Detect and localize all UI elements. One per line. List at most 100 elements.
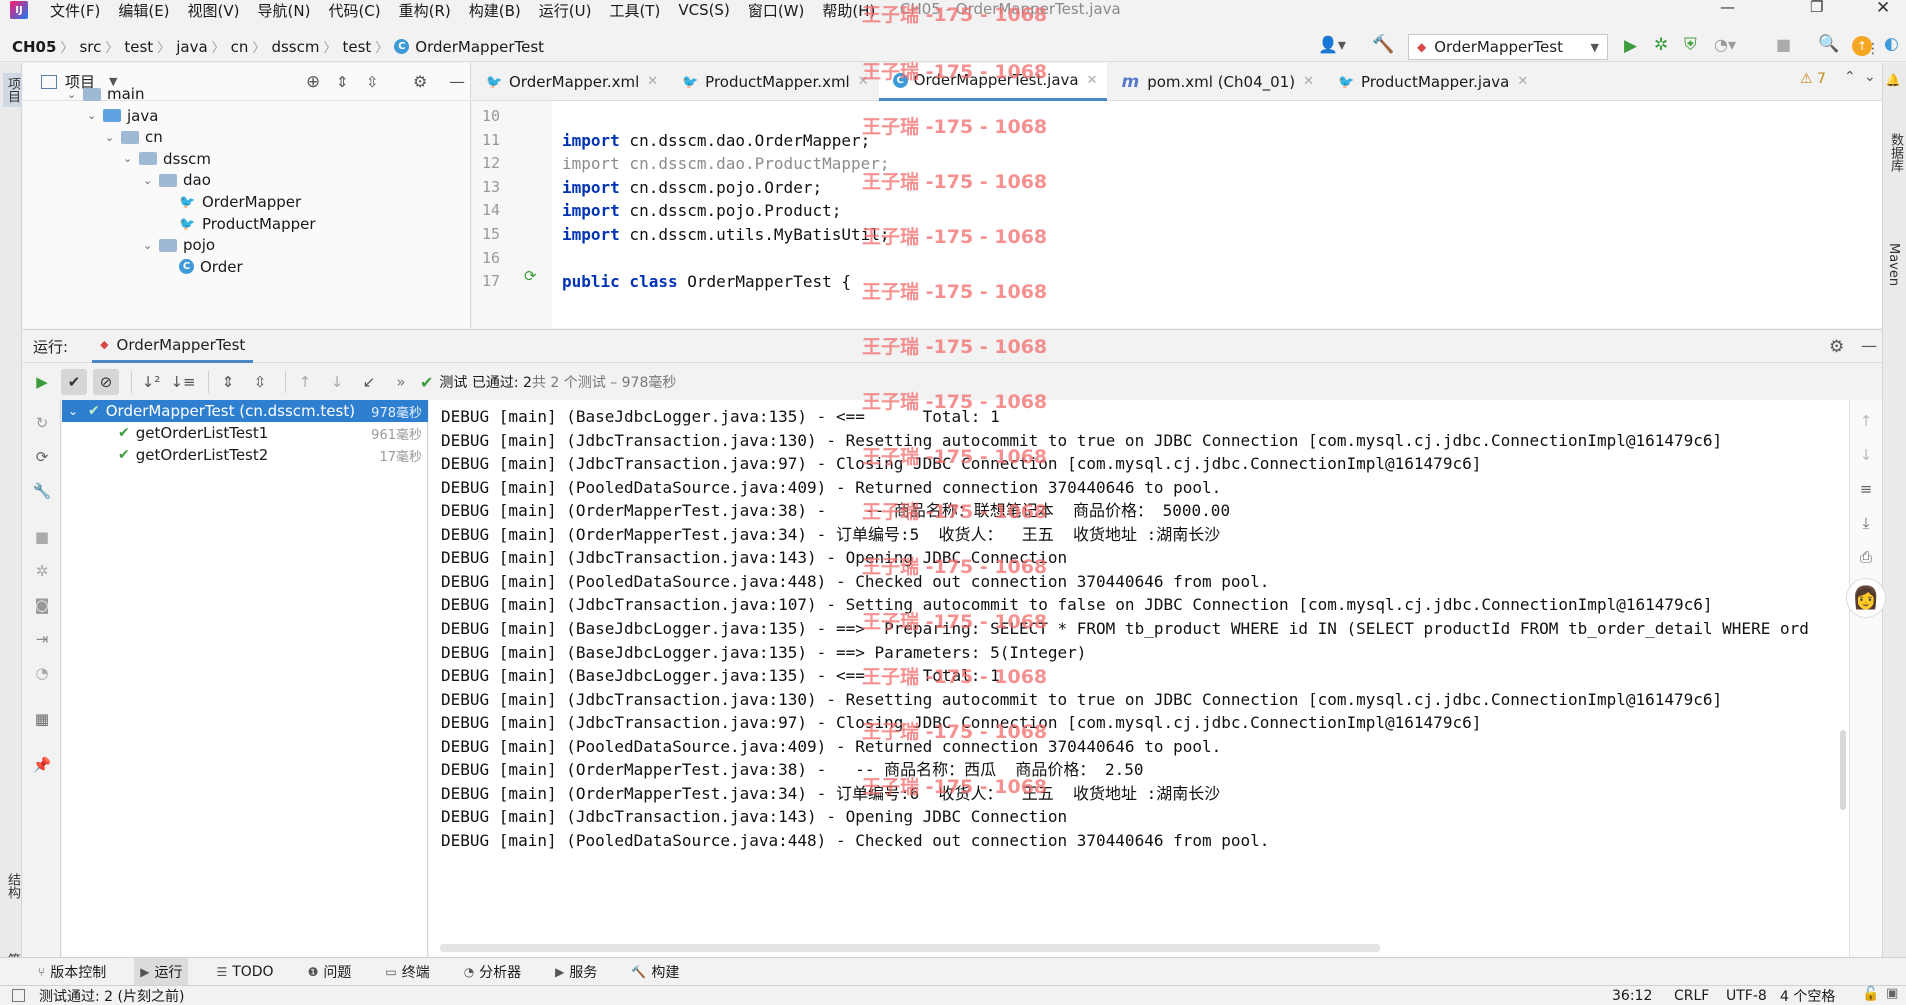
chevron-down-icon[interactable]: ⌄ <box>143 239 159 252</box>
tree-node[interactable]: ⌄ pojo <box>143 234 215 256</box>
layout-icon[interactable]: ▦ <box>29 706 55 732</box>
code-line[interactable]: import cn.dsscm.pojo.Order; <box>562 178 822 197</box>
breadcrumb-item[interactable]: test <box>124 38 153 56</box>
project-tool-tab[interactable]: 项目 <box>3 73 22 107</box>
print-icon[interactable]: ⎙ <box>1853 544 1879 570</box>
memory-icon[interactable]: ▣ <box>1886 986 1898 1001</box>
notifications-tool-tab[interactable]: 🔔 <box>1886 73 1900 88</box>
chevron-up-icon[interactable]: ⌃ <box>1844 69 1856 85</box>
menu-item-5[interactable]: 重构(R) <box>399 0 451 21</box>
console-scrollbar[interactable] <box>1840 730 1846 810</box>
bottom-tool-5[interactable]: ◔ 分析器 <box>458 958 527 986</box>
bottom-tool-1[interactable]: ▶ 运行 <box>134 957 189 986</box>
more-tabs-icon[interactable]: ⋮ <box>1866 41 1880 57</box>
chevron-down-icon[interactable]: ⌄ <box>67 88 83 101</box>
intellij-logo-icon[interactable]: IJ <box>10 1 28 19</box>
minimize-icon[interactable]: — <box>1720 0 1735 16</box>
status-toggle-icon[interactable] <box>12 989 25 1002</box>
pin-icon[interactable]: 📌 <box>29 752 55 778</box>
dump-threads-icon[interactable]: ✲ <box>29 558 55 584</box>
breadcrumb-item[interactable]: dsscm <box>271 38 319 56</box>
editor-tab[interactable]: 🐦 OrderMapper.xml ✕ <box>472 63 668 101</box>
close-icon[interactable]: ✕ <box>1087 73 1098 88</box>
code-line[interactable]: import cn.dsscm.dao.ProductMapper; <box>562 154 890 173</box>
locate-icon[interactable]: ⊕ <box>306 72 320 92</box>
close-icon[interactable]: ✕ <box>1303 74 1314 89</box>
code-line[interactable]: public class OrderMapperTest { <box>562 272 851 291</box>
hide-panel-icon[interactable]: — <box>1861 336 1877 355</box>
collapse-all-icon[interactable]: ⇳ <box>247 369 273 395</box>
menu-item-0[interactable]: 文件(F) <box>50 0 100 21</box>
stop-icon[interactable]: ■ <box>1776 35 1791 54</box>
plugin-icon[interactable]: ◐ <box>1884 34 1899 54</box>
scroll-down-icon[interactable]: ↓ <box>1853 442 1879 468</box>
close-window-icon[interactable]: ✕ <box>1876 0 1890 18</box>
coverage-icon[interactable]: ⛨ <box>1684 35 1697 55</box>
search-icon[interactable]: 🔍 <box>1818 34 1839 54</box>
breadcrumb-item[interactable]: CH05 <box>12 38 56 56</box>
tree-node[interactable]: 🐦 OrderMapper <box>179 191 301 213</box>
lock-icon[interactable]: 🔓 <box>1862 986 1879 1002</box>
code-line[interactable]: import cn.dsscm.pojo.Product; <box>562 201 841 220</box>
expand-all-icon[interactable]: ⇕ <box>336 73 349 91</box>
tree-node[interactable]: ⌄ cn <box>105 126 163 148</box>
editor-tab[interactable]: 🐦 ProductMapper.java ✕ <box>1324 63 1538 101</box>
close-icon[interactable]: ✕ <box>1517 74 1528 89</box>
chevron-down-icon[interactable]: ⌄ <box>105 131 121 144</box>
bottom-tool-0[interactable]: ⑂ 版本控制 <box>32 958 112 986</box>
breadcrumb-item[interactable]: cn <box>231 38 249 56</box>
test-node[interactable]: ✔ getOrderListTest2 17毫秒 <box>62 444 428 466</box>
run-config-select[interactable]: ◆ OrderMapperTest ▼ <box>1408 34 1608 60</box>
tree-node[interactable]: ⌄ dao <box>143 169 211 191</box>
menu-item-8[interactable]: 工具(T) <box>609 0 660 21</box>
breadcrumb-item[interactable]: test <box>342 38 371 56</box>
menu-item-1[interactable]: 编辑(E) <box>118 0 169 21</box>
build-hammer-icon[interactable]: 🔨 <box>1372 34 1394 55</box>
debug-icon[interactable]: ✲ <box>1654 35 1668 55</box>
toggle-autotest-icon[interactable]: ⟳ <box>29 444 55 470</box>
console-h-scrollbar[interactable] <box>440 944 1380 952</box>
console-output[interactable]: DEBUG [main] (BaseJdbcLogger.java:135) -… <box>429 400 1849 972</box>
maximize-icon[interactable]: ❐ <box>1810 0 1823 16</box>
soft-wrap-icon[interactable]: ≡ <box>1853 476 1879 502</box>
scroll-up-icon[interactable]: ↑ <box>1853 408 1879 434</box>
chevron-down-icon[interactable]: ⌄ <box>87 109 103 122</box>
editor-tab[interactable]: m pom.xml (Ch04_01) ✕ <box>1107 63 1324 101</box>
warning-icon[interactable]: ⚠ 7 <box>1800 71 1826 87</box>
cursor-position[interactable]: 36:12 <box>1612 988 1652 1004</box>
code-line[interactable]: import cn.dsscm.dao.OrderMapper; <box>562 131 870 150</box>
more-actions-icon[interactable]: » <box>388 369 414 395</box>
menu-item-3[interactable]: 导航(N) <box>258 0 311 21</box>
file-encoding[interactable]: UTF-8 <box>1726 988 1767 1004</box>
tree-node[interactable]: ⌄ dsscm <box>123 148 211 170</box>
indent-setting[interactable]: 4 个空格 <box>1780 986 1835 1005</box>
wrench-icon[interactable]: 🔧 <box>29 478 55 504</box>
chevron-down-icon[interactable]: ⌄ <box>68 404 82 418</box>
collapse-all-icon[interactable]: ⇳ <box>366 73 379 91</box>
user-icon[interactable]: 👤▾ <box>1318 35 1346 54</box>
run-icon[interactable]: ▶ <box>1624 36 1637 56</box>
bottom-tool-7[interactable]: 🔨 构建 <box>625 958 685 986</box>
menu-item-9[interactable]: VCS(S) <box>678 1 729 19</box>
sort-duration-icon[interactable]: ↓≡ <box>170 369 196 395</box>
stop-icon[interactable]: ■ <box>29 524 55 550</box>
breadcrumb-item[interactable]: src <box>79 38 101 56</box>
editor-tab[interactable]: 🐦 ProductMapper.xml ✕ <box>668 63 878 101</box>
database-tool-tab[interactable]: 数据库 <box>1886 133 1905 172</box>
chevron-down-icon[interactable]: ⌄ <box>123 152 139 165</box>
breadcrumb-item[interactable]: OrderMapperTest <box>415 38 544 56</box>
expand-all-icon[interactable]: ⇕ <box>215 369 241 395</box>
maven-tool-tab[interactable]: Maven <box>1886 243 1901 286</box>
bottom-tool-2[interactable]: ☰ TODO <box>210 958 279 986</box>
previous-test-icon[interactable]: ↑ <box>292 369 318 395</box>
bottom-tool-4[interactable]: ▭ 终端 <box>379 958 435 986</box>
chevron-down-icon[interactable]: ⌄ <box>1864 69 1876 85</box>
menu-item-6[interactable]: 构建(B) <box>469 0 521 21</box>
tree-node[interactable]: 🐦 ProductMapper <box>179 213 316 235</box>
test-node[interactable]: ✔ getOrderListTest1 961毫秒 <box>62 422 428 444</box>
show-passed-icon[interactable]: ✔ <box>61 369 87 395</box>
next-test-icon[interactable]: ↓ <box>324 369 350 395</box>
menu-item-2[interactable]: 视图(V) <box>188 0 240 21</box>
sort-alpha-icon[interactable]: ↓² <box>138 369 164 395</box>
export-icon[interactable]: ⇥ <box>29 626 55 652</box>
